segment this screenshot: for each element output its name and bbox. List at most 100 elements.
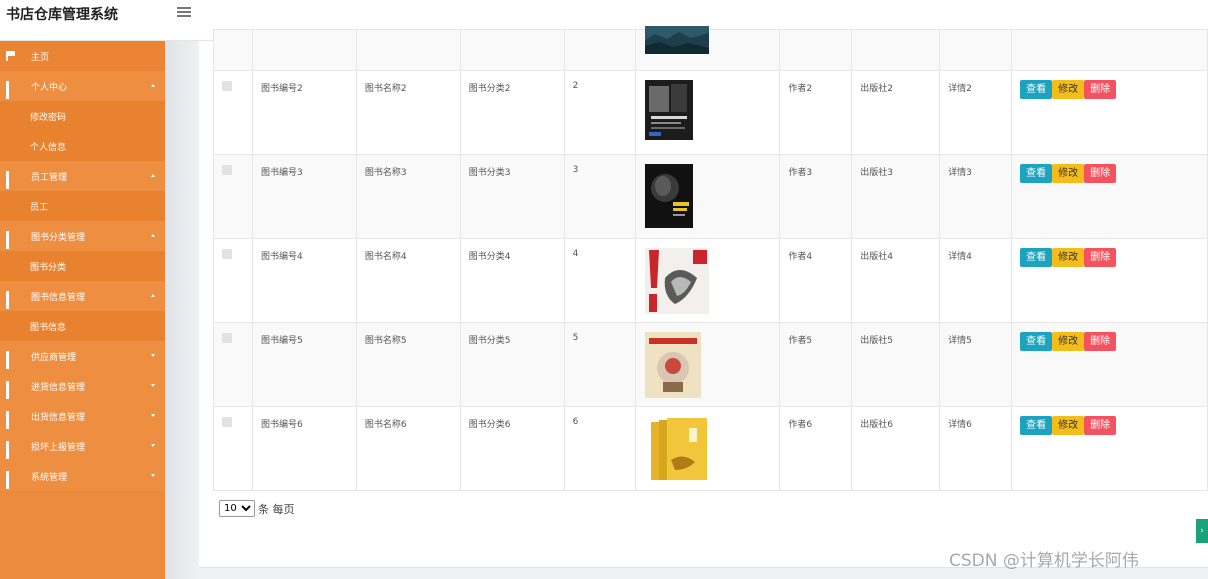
cell-text-detail: 详情5 bbox=[948, 336, 972, 346]
delete-button[interactable]: 删除 bbox=[1084, 80, 1117, 99]
cell-text-category: 图书分类4 bbox=[468, 252, 511, 262]
row-checkbox[interactable] bbox=[222, 249, 232, 259]
view-button[interactable]: 查看 bbox=[1020, 248, 1053, 267]
cell-qty: 5 bbox=[563, 322, 636, 407]
sidebar-item-label: 系统管理 bbox=[31, 472, 68, 483]
row-checkbox[interactable] bbox=[222, 333, 232, 343]
pagination: 10 条 每页 bbox=[219, 500, 295, 517]
cell-code: 图书编号4 bbox=[251, 238, 357, 323]
sidebar-item-label: 出货信息管理 bbox=[31, 412, 86, 423]
book-table: 图书编号2 图书名称2 图书分类2 2 作者2 出版社2 详情2 查看 修改 删除 图书编号3 图书名… bbox=[213, 26, 1208, 491]
sidebar-item-label: 员工 bbox=[30, 202, 49, 213]
actions-cell: 查看 修改 删除 bbox=[1011, 70, 1208, 155]
book-cover-image bbox=[644, 164, 709, 230]
delete-button[interactable]: 删除 bbox=[1084, 416, 1117, 435]
view-button[interactable]: 查看 bbox=[1020, 416, 1053, 435]
grid-icon bbox=[6, 81, 16, 99]
cell-category: 图书分类3 bbox=[459, 154, 565, 239]
page-size-select[interactable]: 10 bbox=[219, 500, 255, 517]
content-gutter bbox=[165, 41, 198, 579]
app-title: 书店仓库管理系统 bbox=[6, 7, 118, 23]
cell-detail: 详情5 bbox=[939, 322, 1013, 407]
cell-text-author: 作者6 bbox=[788, 420, 813, 430]
book-cover-cell bbox=[634, 238, 781, 323]
row-checkbox[interactable] bbox=[222, 81, 232, 91]
checkbox-cell bbox=[213, 322, 253, 407]
chevron-up-icon bbox=[151, 234, 155, 237]
sidebar-item-0[interactable]: 主页 bbox=[0, 41, 165, 71]
sidebar-item-3[interactable]: 个人信息 bbox=[0, 131, 165, 161]
cell-code: 图书编号5 bbox=[251, 322, 357, 407]
sidebar-item-label: 主页 bbox=[31, 52, 50, 63]
cell-text-name: 图书名称3 bbox=[364, 168, 407, 178]
edit-button[interactable]: 修改 bbox=[1052, 164, 1085, 183]
delete-button[interactable]: 删除 bbox=[1084, 164, 1117, 183]
sidebar-item-9[interactable]: 图书信息 bbox=[0, 311, 165, 341]
side-tab-button[interactable]: › bbox=[1196, 519, 1208, 543]
cell-text-name: 图书名称6 bbox=[364, 420, 407, 430]
cell-text-author: 作者3 bbox=[788, 168, 813, 178]
cell-name: 图书名称2 bbox=[355, 70, 461, 155]
grid-icon bbox=[6, 291, 16, 309]
sidebar-item-6[interactable]: 图书分类管理 bbox=[0, 221, 165, 251]
checkbox-cell bbox=[213, 238, 253, 323]
sidebar-item-14[interactable]: 系统管理 bbox=[0, 461, 165, 491]
chevron-up-icon bbox=[151, 84, 155, 87]
view-button[interactable]: 查看 bbox=[1020, 332, 1053, 351]
table-row: 图书编号5 图书名称5 图书分类5 5 作者5 出版社5 详情5 查看 修改 删除 bbox=[213, 322, 1208, 407]
cell-detail: 详情3 bbox=[939, 154, 1013, 239]
sidebar-item-5[interactable]: 员工 bbox=[0, 191, 165, 221]
cell-text-publisher: 出版社4 bbox=[860, 252, 893, 262]
edit-button[interactable]: 修改 bbox=[1052, 416, 1085, 435]
sidebar-item-13[interactable]: 损坏上报管理 bbox=[0, 431, 165, 461]
cell-text-code: 图书编号5 bbox=[260, 336, 303, 346]
cell-text-publisher: 出版社6 bbox=[860, 420, 893, 430]
delete-button[interactable]: 删除 bbox=[1084, 332, 1117, 351]
cell-name: 图书名称4 bbox=[355, 238, 461, 323]
sidebar-item-7[interactable]: 图书分类 bbox=[0, 251, 165, 281]
sidebar-item-1[interactable]: 个人中心 bbox=[0, 71, 165, 101]
view-button[interactable]: 查看 bbox=[1020, 164, 1053, 183]
sidebar-item-label: 图书分类管理 bbox=[31, 232, 86, 243]
row-checkbox[interactable] bbox=[222, 417, 232, 427]
menu-toggle-icon[interactable] bbox=[177, 5, 191, 19]
sidebar-item-12[interactable]: 出货信息管理 bbox=[0, 401, 165, 431]
cell-text-code: 图书编号2 bbox=[260, 84, 303, 94]
chevron-down-icon bbox=[151, 414, 155, 417]
sidebar-item-4[interactable]: 员工管理 bbox=[0, 161, 165, 191]
table-row bbox=[213, 26, 1208, 71]
sidebar-item-11[interactable]: 进货信息管理 bbox=[0, 371, 165, 401]
table-row: 图书编号6 图书名称6 图书分类6 6 作者6 出版社6 详情6 查看 修改 删除 bbox=[213, 406, 1208, 491]
sidebar-item-8[interactable]: 图书信息管理 bbox=[0, 281, 165, 311]
cell-text-name: 图书名称5 bbox=[364, 336, 407, 346]
cell-text-detail: 详情4 bbox=[948, 252, 972, 262]
actions-cell: 查看 修改 删除 bbox=[1011, 238, 1208, 323]
edit-button[interactable]: 修改 bbox=[1052, 332, 1085, 351]
row-checkbox[interactable] bbox=[222, 165, 232, 175]
sidebar-item-2[interactable]: 修改密码 bbox=[0, 101, 165, 131]
cell-text-qty: 5 bbox=[572, 333, 579, 343]
sidebar-item-10[interactable]: 供应商管理 bbox=[0, 341, 165, 371]
cell-publisher: 出版社4 bbox=[851, 238, 941, 323]
view-button[interactable]: 查看 bbox=[1020, 80, 1053, 99]
book-cover-image bbox=[644, 26, 709, 54]
cell-author: 作者4 bbox=[779, 238, 853, 323]
cell-text-name: 图书名称2 bbox=[364, 84, 407, 94]
edit-button[interactable]: 修改 bbox=[1052, 248, 1085, 267]
chevron-down-icon bbox=[151, 474, 155, 477]
grid-icon bbox=[6, 231, 16, 249]
cell-text-detail: 详情3 bbox=[948, 168, 972, 178]
chevron-up-icon bbox=[151, 294, 155, 297]
book-cover-cell bbox=[634, 154, 781, 239]
book-cover-image bbox=[644, 248, 709, 314]
delete-button[interactable]: 删除 bbox=[1084, 248, 1117, 267]
table-row: 图书编号2 图书名称2 图书分类2 2 作者2 出版社2 详情2 查看 修改 删除 bbox=[213, 70, 1208, 155]
cell-text-author: 作者2 bbox=[788, 84, 813, 94]
cell-text-author: 作者4 bbox=[788, 252, 813, 262]
actions-cell: 查看 修改 删除 bbox=[1011, 154, 1208, 239]
edit-button[interactable]: 修改 bbox=[1052, 80, 1085, 99]
chevron-down-icon bbox=[151, 384, 155, 387]
actions-cell: 查看 修改 删除 bbox=[1011, 322, 1208, 407]
sidebar-item-label: 员工管理 bbox=[31, 172, 68, 183]
cell-text-category: 图书分类6 bbox=[468, 420, 511, 430]
